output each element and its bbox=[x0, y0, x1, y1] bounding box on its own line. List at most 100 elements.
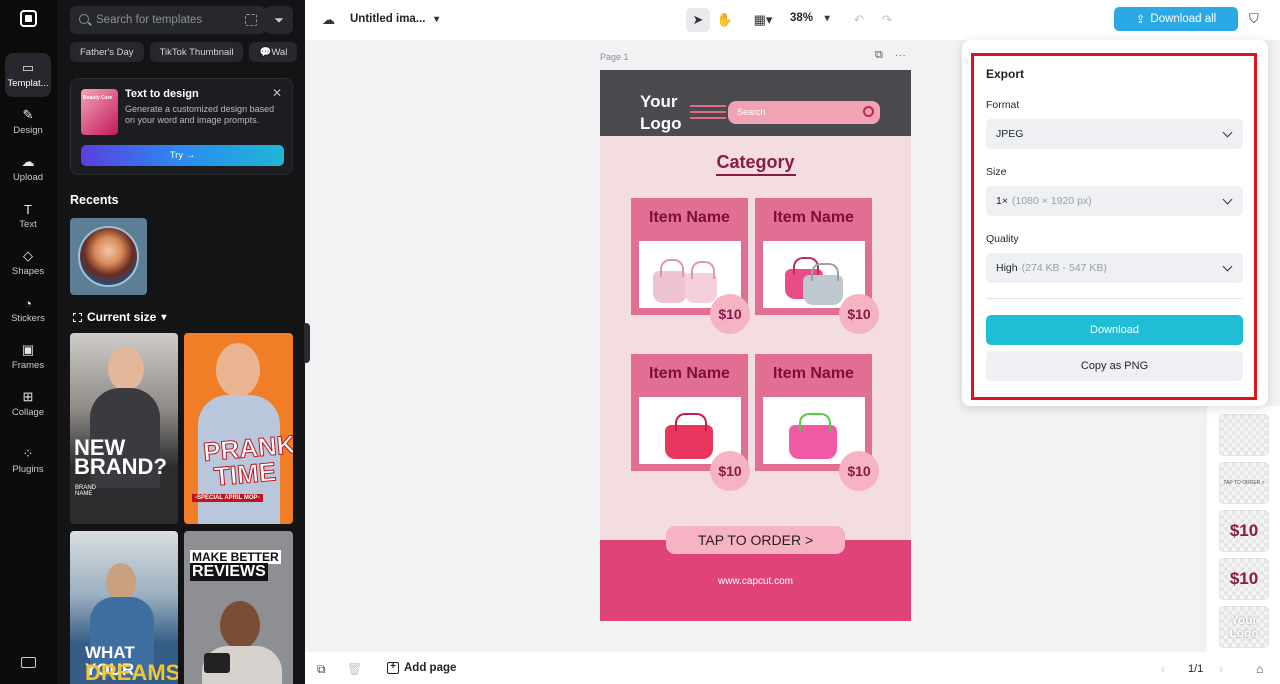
select-tool-button[interactable]: ➤ bbox=[686, 8, 710, 32]
app: ▭ Templat... ✎ Design ☁ Upload T Text ◇ … bbox=[0, 0, 1280, 684]
text-to-design-title: Text to design bbox=[125, 88, 199, 100]
filter-button[interactable]: ⏷ bbox=[265, 6, 293, 34]
templates-panel: Search for templates ⏷ Father's Day TikT… bbox=[57, 0, 305, 684]
zoom-level[interactable]: 38% ▾ bbox=[790, 12, 830, 24]
camera-image bbox=[204, 653, 230, 673]
try-button[interactable]: Try → bbox=[81, 145, 284, 166]
chevron-down-icon bbox=[1222, 194, 1233, 205]
keyboard-icon[interactable] bbox=[21, 657, 36, 668]
duplicate-icon[interactable]: ⧉ bbox=[317, 662, 326, 677]
quality-value: High bbox=[996, 262, 1018, 274]
add-page-button[interactable]: + Add page bbox=[387, 662, 456, 674]
chip-fathers-day[interactable]: Father's Day bbox=[70, 42, 144, 62]
quality-select[interactable]: High (274 KB - 547 KB) bbox=[986, 253, 1243, 283]
download-all-button[interactable]: ⇪ Download all bbox=[1114, 7, 1238, 31]
rail-label: Upload bbox=[12, 172, 44, 183]
format-select[interactable]: JPEG bbox=[986, 119, 1243, 149]
price-badge: $10 bbox=[710, 451, 750, 491]
document-title[interactable]: Untitled ima... ▾ bbox=[350, 13, 439, 25]
logo-line: Your bbox=[640, 92, 678, 111]
template-search-input[interactable]: Search for templates bbox=[70, 6, 266, 34]
tap-to-order-button: TAP TO ORDER > bbox=[666, 526, 845, 554]
hand-icon: ✋ bbox=[716, 12, 734, 27]
current-size-label: Current size bbox=[87, 310, 157, 324]
layer-thumbnail[interactable]: $10 bbox=[1219, 510, 1269, 552]
add-icon: + bbox=[387, 662, 399, 674]
current-size-dropdown[interactable]: Current size ▾ bbox=[73, 310, 166, 324]
chevron-down-icon bbox=[1222, 127, 1233, 138]
person-image bbox=[216, 343, 260, 397]
layer-thumbnail[interactable]: Your Logo bbox=[1219, 606, 1269, 648]
next-page-icon[interactable]: › bbox=[1219, 662, 1223, 676]
template-make-better-reviews[interactable]: MAKE BETTER REVIEWS bbox=[184, 531, 293, 684]
design-icon: ✎ bbox=[22, 107, 34, 122]
rail-shapes[interactable]: ◇ Shapes bbox=[5, 241, 51, 285]
collage-icon: ⊞ bbox=[22, 389, 34, 404]
download-all-label: Download all bbox=[1150, 13, 1217, 25]
rail-label: Collage bbox=[11, 407, 45, 418]
rail-templates[interactable]: ▭ Templat... bbox=[5, 53, 51, 97]
redo-button[interactable]: ↷ bbox=[875, 8, 899, 32]
template-small-text: BRAND NAME bbox=[75, 485, 97, 497]
previous-page-icon[interactable]: ‹ bbox=[1161, 662, 1165, 676]
size-value: 1× bbox=[996, 195, 1008, 207]
layer-thumbnail[interactable]: $10 bbox=[1219, 558, 1269, 600]
quality-label: Quality bbox=[986, 233, 1019, 245]
rail-label: Templat... bbox=[7, 78, 49, 89]
chip-tiktok-thumbnail[interactable]: TikTok Thumbnail bbox=[149, 42, 244, 62]
layer-thumbnail[interactable]: TAP TO ORDER > bbox=[1219, 462, 1269, 504]
rail-plugins[interactable]: ⁘ Plugins bbox=[5, 439, 51, 483]
thumb-label: Beauty Care bbox=[83, 95, 113, 101]
upload-arrow-icon: ⇪ bbox=[1135, 14, 1146, 26]
copy-as-png-button[interactable]: Copy as PNG bbox=[986, 351, 1243, 381]
pages-icon[interactable]: ⌂ bbox=[1256, 662, 1263, 676]
rail-upload[interactable]: ☁ Upload bbox=[5, 147, 51, 191]
rail-label: Plugins bbox=[12, 464, 44, 475]
product-name: Item Name bbox=[649, 365, 730, 382]
template-new-brand[interactable]: NEW BRAND? BRAND NAME bbox=[70, 333, 178, 524]
hand-tool-button[interactable]: ✋ bbox=[713, 8, 737, 32]
page-controls: ⧉⋯ bbox=[875, 49, 918, 62]
rail-frames[interactable]: ▣ Frames bbox=[5, 335, 51, 379]
template-prank-time[interactable]: PRANK TIME -SPECIAL APRIL MOP- bbox=[184, 333, 293, 524]
template-text: MAKE BETTER bbox=[190, 550, 281, 564]
upload-icon: ☁ bbox=[21, 154, 35, 169]
duplicate-page-icon[interactable]: ⧉ bbox=[875, 49, 895, 61]
search-placeholder: Search for templates bbox=[96, 14, 203, 26]
undo-icon: ↶ bbox=[853, 12, 865, 27]
text-to-design-description: Generate a customized design based on yo… bbox=[125, 104, 275, 125]
layer-thumbnail[interactable] bbox=[1219, 414, 1269, 456]
template-what-your-dreams[interactable]: WHAT YOUR DREAMS bbox=[70, 531, 178, 684]
handbag-image bbox=[665, 413, 713, 459]
panel-collapse-handle[interactable] bbox=[304, 323, 310, 363]
text-icon: T bbox=[24, 201, 32, 217]
image-search-icon[interactable] bbox=[245, 14, 257, 26]
size-icon bbox=[73, 312, 82, 322]
cloud-sync-icon[interactable]: ☁ bbox=[322, 12, 335, 28]
rail-collage[interactable]: ⊞ Collage bbox=[5, 382, 51, 426]
rail-design[interactable]: ✎ Design bbox=[5, 100, 51, 144]
more-options-icon[interactable]: ⋯ bbox=[895, 49, 918, 61]
undo-button[interactable]: ↶ bbox=[847, 8, 871, 32]
price-badge: $10 bbox=[839, 294, 879, 334]
chevron-down-icon bbox=[1222, 261, 1233, 272]
capcut-logo-icon[interactable] bbox=[20, 10, 37, 27]
price-badge: $10 bbox=[710, 294, 750, 334]
text-to-design-thumbnail: Beauty Care bbox=[81, 89, 118, 135]
recents-heading: Recents bbox=[70, 193, 119, 207]
size-select[interactable]: 1× (1080 × 1920 px) bbox=[986, 186, 1243, 216]
rail-label: Stickers bbox=[11, 313, 45, 324]
trash-icon[interactable]: 🗑 bbox=[347, 662, 362, 676]
recent-design-thumbnail[interactable] bbox=[70, 218, 147, 295]
rail-stickers[interactable]: ◔ Stickers bbox=[5, 288, 51, 332]
chip-wallpaper[interactable]: 💬Wal bbox=[249, 42, 298, 62]
design-canvas[interactable]: Your Logo Search Category Item Name Item… bbox=[600, 70, 911, 621]
close-icon[interactable]: ✕ bbox=[272, 86, 282, 100]
download-button[interactable]: Download bbox=[986, 315, 1243, 345]
rail-text[interactable]: T Text bbox=[5, 194, 51, 238]
design-category-heading: Category bbox=[600, 152, 911, 176]
layout-menu-button[interactable]: ▦▾ bbox=[748, 8, 778, 32]
design-logo: Your Logo bbox=[640, 91, 682, 135]
shield-check-icon[interactable]: ⛉ bbox=[1249, 11, 1259, 27]
shapes-icon: ◇ bbox=[23, 248, 33, 263]
